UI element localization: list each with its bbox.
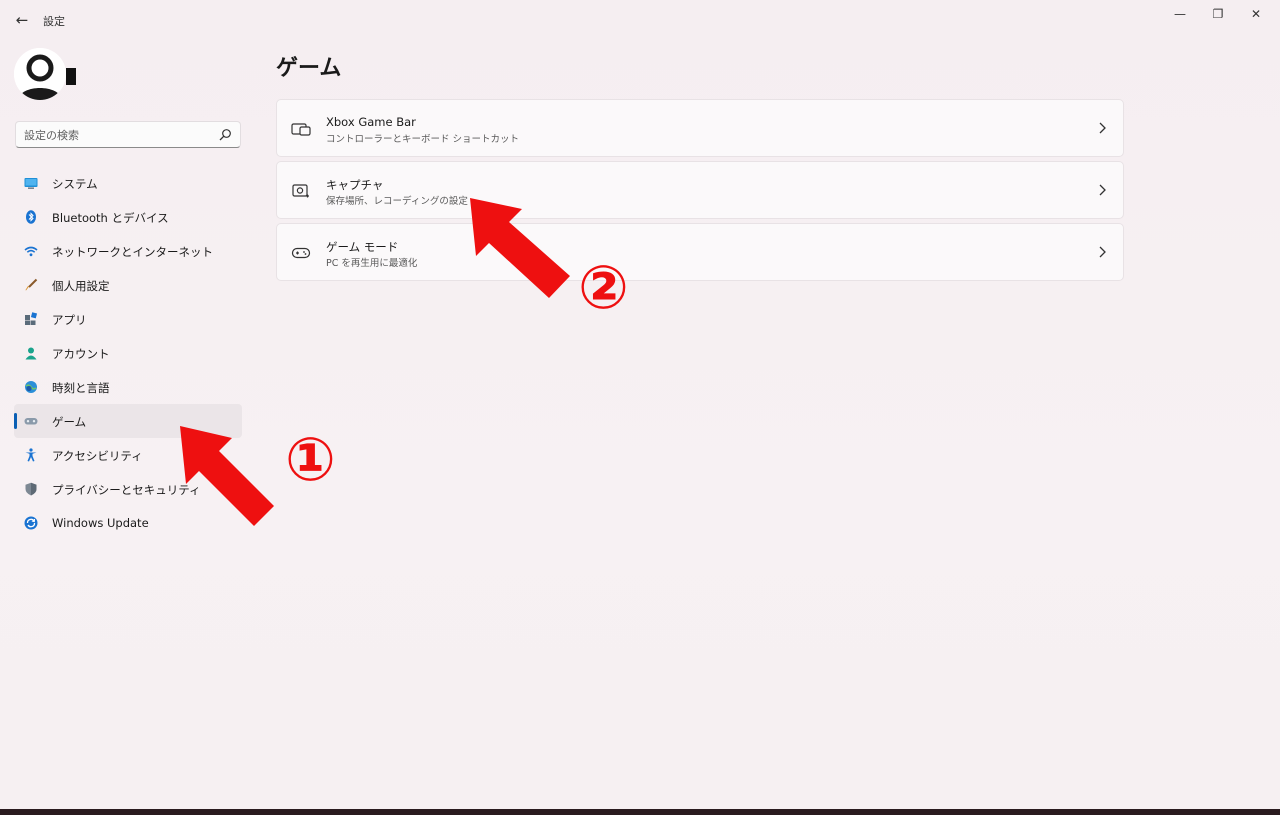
search-icon[interactable] — [218, 128, 232, 142]
capture-icon — [292, 184, 309, 198]
update-icon — [24, 516, 38, 530]
sidebar-item-time-language[interactable]: 時刻と言語 — [14, 370, 242, 404]
apps-icon — [25, 312, 38, 325]
monitor-icon — [24, 178, 38, 189]
accessibility-icon — [25, 448, 37, 462]
globe-clock-icon — [25, 381, 37, 393]
sidebar-item-label: Bluetooth とデバイス — [52, 211, 169, 225]
card-subtitle: コントローラーとキーボード ショートカット — [326, 134, 520, 145]
sidebar-item-bluetooth[interactable]: Bluetooth とデバイス — [14, 200, 242, 234]
minimize-button[interactable]: — — [1165, 4, 1195, 24]
annotation-arrow-1 — [180, 426, 274, 526]
chevron-right-icon — [1099, 184, 1106, 196]
sidebar-item-network[interactable]: ネットワークとインターネット — [14, 234, 242, 268]
sidebar-item-label: Windows Update — [52, 516, 149, 530]
avatar[interactable] — [14, 48, 66, 100]
gamepad-icon — [24, 418, 38, 425]
game-mode-card[interactable]: ゲーム モード PC を再生用に最適化 — [276, 223, 1124, 281]
card-subtitle: PC を再生用に最適化 — [326, 258, 418, 269]
annotation-step-1: ① — [285, 425, 336, 495]
sidebar-item-label: 時刻と言語 — [52, 381, 110, 395]
user-avatar-icon — [14, 48, 66, 100]
avatar-badge — [66, 68, 76, 85]
sidebar-item-system[interactable]: システム — [14, 166, 242, 200]
sidebar-item-label: 個人用設定 — [52, 279, 110, 293]
card-subtitle: 保存場所、レコーディングの設定 — [326, 196, 468, 207]
brush-icon — [25, 278, 38, 291]
app-title: 設定 — [43, 15, 65, 28]
xbox-game-bar-card[interactable]: Xbox Game Bar コントローラーとキーボード ショートカット — [276, 99, 1124, 157]
sidebar-item-personalization[interactable]: 個人用設定 — [14, 268, 242, 302]
sidebar-item-label: システム — [52, 177, 98, 191]
chevron-right-icon — [1099, 122, 1106, 134]
account-icon — [25, 347, 37, 360]
sidebar-item-label: アカウント — [52, 347, 110, 361]
page-title: ゲーム — [276, 56, 342, 81]
title-bar: ← 設定 — ❐ ✕ — [0, 0, 1280, 40]
taskbar-edge — [0, 809, 1280, 815]
sidebar-item-label: アクセシビリティ — [52, 449, 143, 463]
card-title: Xbox Game Bar — [326, 115, 416, 129]
wifi-icon — [24, 246, 38, 257]
capture-card[interactable]: キャプチャ 保存場所、レコーディングの設定 — [276, 161, 1124, 219]
card-title: ゲーム モード — [326, 240, 399, 254]
search-input[interactable] — [24, 127, 214, 143]
maximize-button[interactable]: ❐ — [1203, 4, 1233, 24]
search-box[interactable] — [15, 121, 241, 148]
annotation-arrow-2 — [470, 198, 570, 298]
annotation-step-2: ② — [578, 253, 629, 323]
game-bar-icon — [291, 123, 311, 136]
sidebar-item-label: ゲーム — [52, 415, 87, 429]
sidebar-item-label: アプリ — [52, 313, 87, 327]
back-button[interactable]: ← — [12, 10, 32, 30]
sidebar-item-label: ネットワークとインターネット — [52, 245, 213, 259]
shield-icon — [25, 482, 37, 496]
card-title: キャプチャ — [326, 178, 384, 192]
chevron-right-icon — [1099, 246, 1106, 258]
sidebar-item-apps[interactable]: アプリ — [14, 302, 242, 336]
sidebar-item-accounts[interactable]: アカウント — [14, 336, 242, 370]
bluetooth-icon — [26, 210, 36, 224]
close-button[interactable]: ✕ — [1241, 4, 1271, 24]
game-mode-icon — [291, 247, 311, 259]
